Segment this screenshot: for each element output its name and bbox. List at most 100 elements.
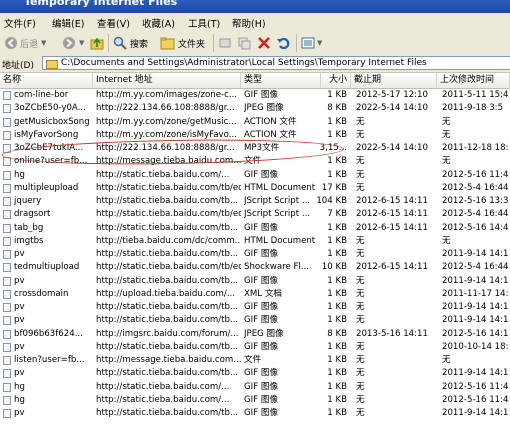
cell-modified: 2011-11-17 14:	[442, 288, 509, 299]
copy-to-icon	[238, 37, 251, 50]
cell-expires: 2012-6-15 14:11	[356, 209, 428, 220]
cell-modified: 2012-5-16 11:4	[442, 381, 509, 392]
table-row[interactable]: listen?user=fb... http://message.tieba.ba…	[0, 354, 510, 367]
file-icon	[3, 303, 11, 312]
menu-edit[interactable]: 编辑(E)	[52, 16, 84, 30]
search-button[interactable]: 搜索	[113, 35, 148, 51]
forward-dropdown-icon[interactable]: ▼	[79, 39, 84, 47]
table-row[interactable]: hg http://static.tieba.baidu.com/... GIF 图…	[0, 394, 510, 407]
table-row[interactable]: pv http://static.tieba.baidu.com/tb... GIF…	[0, 407, 510, 420]
up-button[interactable]	[90, 35, 105, 51]
table-row[interactable]: multipleupload http://static.tieba.baidu.…	[0, 182, 510, 195]
file-name: pv	[14, 341, 25, 352]
cell-modified: 2011-9-14 14:1	[442, 302, 509, 312]
table-row[interactable]: tedmultiupload http://static.tieba.baidu.…	[0, 261, 510, 274]
search-label: 搜索	[130, 39, 149, 50]
file-name: listen?user=fb...	[14, 355, 85, 365]
cell-type: JPEG 图像	[244, 103, 284, 114]
file-icon	[3, 395, 11, 405]
cell-modified: 无	[442, 116, 451, 127]
back-button[interactable]: 后退 ▼	[4, 35, 46, 51]
cell-name: multipleupload	[3, 182, 95, 195]
table-row[interactable]: pv http://static.tieba.baidu.com/tb... GIF…	[0, 301, 510, 314]
cell-url: http://static.tieba.baidu.com/...	[96, 169, 230, 180]
cell-expires: 2022-5-14 14:10	[356, 103, 428, 114]
cell-type: GIF 图像	[244, 315, 279, 326]
cell-modified: 2012-5-16 11:4	[442, 394, 509, 405]
cell-modified: 2012-5-16 13:3	[442, 196, 509, 206]
cell-expires: 无	[356, 394, 365, 405]
table-row[interactable]: crossdomain http://upload.tieba.baidu.com…	[0, 288, 510, 301]
menu-file[interactable]: 文件(F)	[4, 16, 36, 30]
cell-type: JScript Script ...	[244, 209, 311, 220]
menu-favorites[interactable]: 收藏(A)	[142, 16, 175, 30]
cell-name: com-line-bor	[3, 89, 95, 102]
table-row[interactable]: tab_bg http://static.tieba.baidu.com/tb..…	[0, 222, 510, 235]
file-icon	[3, 223, 11, 233]
views-button[interactable]: ▼	[301, 35, 322, 51]
column-size[interactable]: 大小	[321, 73, 351, 88]
menu-tools[interactable]: 工具(T)	[188, 16, 220, 30]
table-row[interactable]: pv http://static.tieba.baidu.com/tb... GIF…	[0, 367, 510, 380]
cell-name: tab_bg	[3, 222, 95, 235]
table-row[interactable]: pv http://static.tieba.baidu.com/tb... GIF…	[0, 341, 510, 354]
cell-size: 8 KB	[327, 103, 347, 114]
column-modified[interactable]: 上次修改时间	[437, 73, 510, 88]
table-row[interactable]: hg http://static.tieba.baidu.com/... GIF 图…	[0, 381, 510, 394]
column-name[interactable]: 名称	[0, 73, 93, 88]
cell-type: Shockware Fl...	[244, 262, 310, 273]
cell-name: tedmultiupload	[3, 261, 95, 274]
cell-url: http://static.tieba.baidu.com/...	[96, 394, 230, 405]
undo-button[interactable]	[276, 35, 290, 51]
cell-size: 104 KB	[316, 196, 347, 206]
table-row[interactable]: pv http://static.tieba.baidu.com/tb... GIF…	[0, 248, 510, 261]
cell-expires: 2012-6-15 14:11	[356, 262, 428, 273]
file-icon	[3, 117, 11, 127]
back-dropdown-icon[interactable]: ▼	[41, 39, 46, 47]
cell-modified: 2011-9-14 14:1	[442, 315, 509, 326]
cell-type: GIF 图像	[244, 222, 279, 233]
cell-expires: 无	[356, 408, 365, 418]
table-row[interactable]: jquery http://static.tieba.baidu.com/tb..…	[0, 195, 510, 208]
cell-url: http://static.tieba.baidu.com/tb/editor.…	[96, 262, 241, 273]
cell-name: pv	[3, 248, 95, 261]
copy-to-button[interactable]	[237, 35, 251, 51]
toolbar-separator	[296, 34, 297, 52]
cell-size: 17 KB	[321, 182, 347, 193]
cell-size: 1 KB	[327, 222, 347, 233]
move-to-button[interactable]	[218, 35, 232, 51]
cell-type: ACTION 文件	[244, 116, 297, 127]
cell-modified: 2010-10-14 18:	[442, 341, 509, 352]
table-row[interactable]: getMusicboxSong http://m.yy.com/zone/getM…	[0, 116, 510, 129]
table-row[interactable]: 3oZCbE50-y0A... http://222.134.66.108:888…	[0, 102, 510, 115]
table-row[interactable]: pv http://static.tieba.baidu.com/tb... GIF…	[0, 275, 510, 288]
table-row[interactable]: bf096b63f624... http://imgsrc.baidu.com/f…	[0, 328, 510, 341]
file-icon	[3, 170, 11, 180]
table-row[interactable]: pv http://static.tieba.baidu.com/tb... GIF…	[0, 314, 510, 327]
file-name: pv	[14, 249, 25, 259]
table-row[interactable]: com-line-bor http://m.yy.com/images/zone-…	[0, 89, 510, 102]
cell-url: http://static.tieba.baidu.com/tb...	[96, 368, 239, 379]
folders-button[interactable]: 文件夹	[160, 35, 205, 51]
table-row[interactable]: hg http://static.tieba.baidu.com/... GIF 图…	[0, 169, 510, 182]
delete-button[interactable]	[257, 35, 271, 51]
cell-name: hg	[3, 394, 95, 407]
cell-url: http://static.tieba.baidu.com/tb...	[96, 302, 239, 312]
file-name: bf096b63f624...	[14, 328, 83, 339]
column-url[interactable]: Internet 地址	[93, 73, 241, 88]
file-icon	[3, 210, 11, 220]
cell-size: 1 KB	[327, 302, 347, 312]
table-row[interactable]: dragsort http://static.tieba.baidu.com/tb…	[0, 208, 510, 221]
cell-type: HTML Document	[244, 235, 316, 246]
views-dropdown-icon[interactable]: ▼	[317, 39, 322, 47]
column-expires[interactable]: 截止期	[351, 73, 437, 88]
menu-help[interactable]: 帮助(H)	[232, 16, 266, 30]
forward-button[interactable]: ▼	[62, 35, 84, 51]
cell-size: 1 KB	[327, 408, 347, 418]
column-type[interactable]: 类型	[241, 73, 321, 88]
address-input[interactable]: C:\Documents and Settings\Administrator\…	[42, 56, 510, 70]
menu-view[interactable]: 查看(V)	[97, 16, 130, 30]
file-name: dragsort	[14, 209, 51, 220]
table-row[interactable]: imgtbs http://tieba.baidu.com/dc/comm... H…	[0, 235, 510, 248]
cell-name: hg	[3, 381, 95, 394]
